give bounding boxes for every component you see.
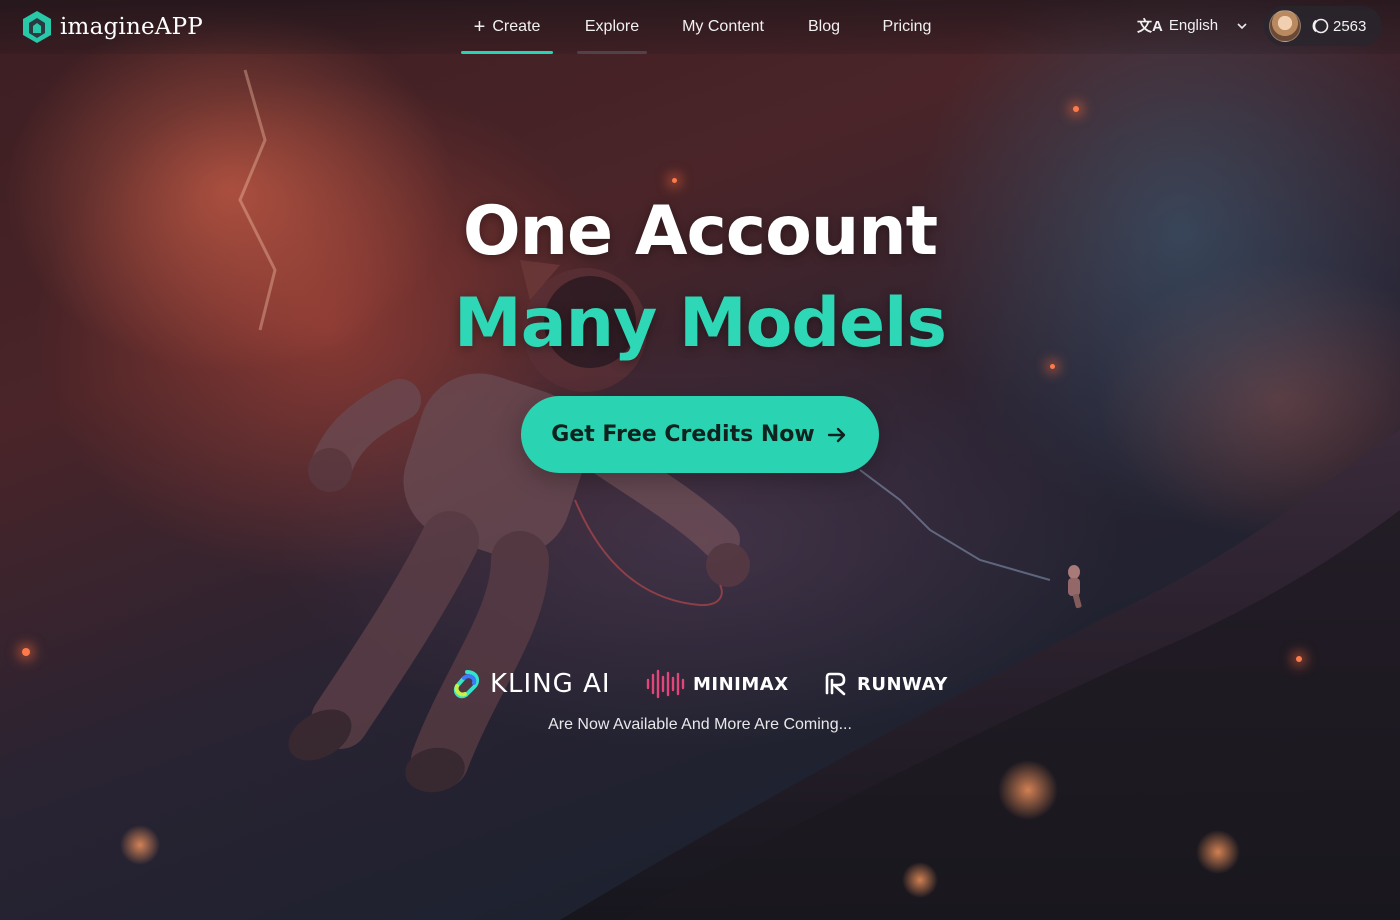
nav-pricing-label: Pricing bbox=[882, 18, 932, 35]
ember bbox=[1073, 106, 1079, 112]
nav-pricing[interactable]: Pricing bbox=[880, 0, 934, 54]
house-hexagon-logo-icon bbox=[23, 11, 51, 43]
waveform-logo-icon bbox=[646, 669, 685, 699]
runway-logo-icon bbox=[825, 672, 846, 696]
get-free-credits-button[interactable]: Get Free Credits Now bbox=[521, 396, 879, 473]
nav-explore-label: Explore bbox=[584, 18, 640, 35]
nav-blog-label: Blog bbox=[807, 18, 841, 35]
arrow-right-icon bbox=[827, 427, 845, 442]
partner-name: RUNWAY bbox=[857, 673, 948, 695]
nav-explore[interactable]: Explore bbox=[577, 0, 647, 54]
chevron-down-icon bbox=[1237, 22, 1247, 29]
hero-title-line1: One Account bbox=[462, 192, 938, 271]
ember bbox=[22, 648, 30, 656]
translate-icon: 文A bbox=[1137, 18, 1163, 35]
partners-tagline: Are Now Available And More Are Coming... bbox=[548, 716, 852, 733]
main-nav: + Create Explore My Content Blog Pricing bbox=[461, 0, 934, 54]
partner-kling: KLING AI bbox=[452, 664, 611, 704]
ember bbox=[1296, 656, 1302, 662]
cta-label: Get Free Credits Now bbox=[551, 422, 815, 447]
account-menu[interactable]: 2563 bbox=[1264, 6, 1382, 46]
credit-balance: 2563 bbox=[1333, 17, 1367, 35]
top-navigation-bar: imagineAPP + Create Explore My Content B… bbox=[0, 0, 1400, 54]
partner-name: MINIMAX bbox=[693, 673, 789, 695]
hover-tab-indicator bbox=[577, 51, 647, 54]
nav-create-label: Create bbox=[492, 18, 541, 35]
kling-logo-icon bbox=[453, 670, 480, 699]
brand-name: imagineAPP bbox=[60, 14, 203, 40]
avatar[interactable] bbox=[1269, 10, 1301, 42]
nav-create[interactable]: + Create bbox=[461, 0, 553, 54]
nav-blog[interactable]: Blog bbox=[806, 0, 842, 54]
nav-my-content[interactable]: My Content bbox=[678, 0, 768, 54]
partner-runway: RUNWAY bbox=[823, 664, 948, 704]
plus-icon: + bbox=[473, 16, 486, 38]
ember bbox=[672, 178, 677, 183]
coin-icon bbox=[1312, 18, 1329, 34]
partner-logos: KLING AI MINIMAX RUNWAY bbox=[0, 664, 1400, 704]
hero-title-line2: Many Models bbox=[454, 284, 947, 363]
ember bbox=[1050, 364, 1055, 369]
partner-minimax: MINIMAX bbox=[645, 664, 789, 704]
language-selector[interactable]: 文A English bbox=[1137, 15, 1248, 36]
active-tab-indicator bbox=[461, 51, 553, 54]
nav-my-content-label: My Content bbox=[682, 18, 764, 35]
language-label: English bbox=[1168, 17, 1219, 34]
partner-name: KLING AI bbox=[490, 669, 611, 699]
brand-logo[interactable]: imagineAPP bbox=[20, 9, 203, 45]
